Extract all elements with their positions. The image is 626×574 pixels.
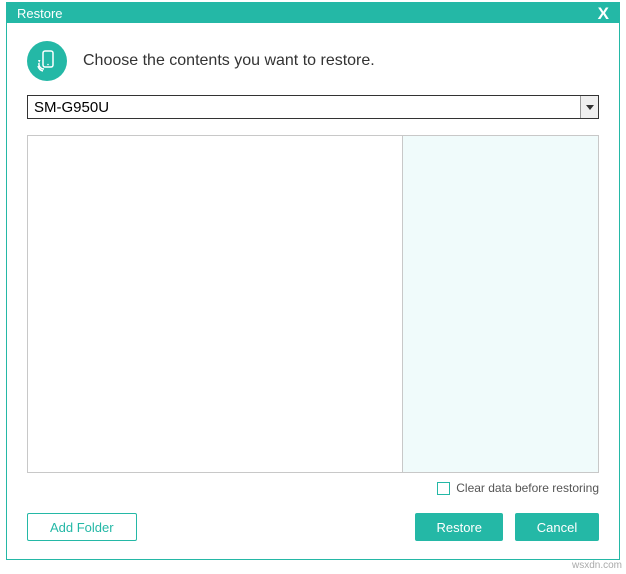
restore-button[interactable]: Restore (415, 513, 503, 541)
restore-icon (27, 41, 67, 81)
content-preview-panel[interactable] (402, 136, 598, 472)
header-message: Choose the contents you want to restore. (83, 52, 375, 70)
close-icon[interactable]: X (598, 5, 609, 22)
restore-dialog: Restore X Choose the contents you want t… (6, 2, 620, 560)
add-folder-button[interactable]: Add Folder (27, 513, 137, 541)
content-list-panel[interactable] (28, 136, 402, 472)
cancel-button[interactable]: Cancel (515, 513, 599, 541)
clear-data-label: Clear data before restoring (456, 481, 599, 495)
header-row: Choose the contents you want to restore. (7, 23, 619, 95)
titlebar: Restore X (7, 3, 619, 23)
chevron-down-icon[interactable] (580, 96, 598, 118)
clear-data-checkbox[interactable] (437, 482, 450, 495)
clear-data-option: Clear data before restoring (27, 473, 599, 495)
content-panels (27, 135, 599, 473)
button-row: Add Folder Restore Cancel (7, 495, 619, 559)
device-select[interactable]: SM-G950U (27, 95, 599, 119)
device-select-value: SM-G950U (28, 96, 580, 118)
watermark: wsxdn.com (572, 560, 622, 571)
window-title: Restore (17, 6, 63, 21)
